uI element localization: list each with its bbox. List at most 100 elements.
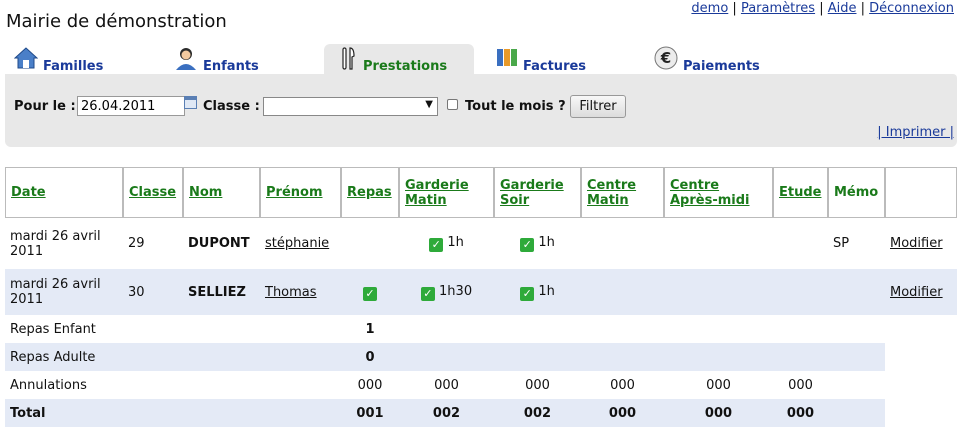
- tab-factures[interactable]: Factures: [494, 44, 614, 77]
- col-memo: Mémo: [828, 167, 885, 218]
- user-link[interactable]: demo: [691, 1, 728, 16]
- binders-icon: [497, 49, 517, 66]
- cell-garderie-soir: ✓ 1h: [494, 218, 581, 269]
- site-title: Mairie de démonstration: [6, 11, 227, 32]
- modify-link[interactable]: Modifier: [890, 236, 943, 251]
- tab-label: Prestations: [363, 59, 448, 74]
- cell-garderie-matin: ✓ 1h: [399, 218, 494, 269]
- cell-classe: 30: [123, 269, 183, 315]
- print-link[interactable]: | Imprimer |: [877, 125, 954, 140]
- tab-label: Familles: [43, 59, 104, 74]
- settings-link[interactable]: Paramètres: [741, 1, 815, 16]
- col-centre-apres-midi[interactable]: Centre Après-midi: [664, 167, 773, 218]
- cell-action: Modifier: [885, 269, 957, 315]
- summary-value: 000: [664, 399, 773, 427]
- check-icon: ✓: [520, 286, 535, 301]
- cell-date: mardi 26 avril 2011: [5, 269, 123, 315]
- col-repas[interactable]: Repas: [341, 167, 399, 218]
- summary-value: 002: [494, 399, 581, 427]
- calendar-icon[interactable]: [184, 96, 197, 109]
- summary-value: 000: [581, 399, 664, 427]
- check-icon: ✓: [420, 286, 435, 301]
- modify-link[interactable]: Modifier: [890, 285, 943, 300]
- cell-memo: [828, 269, 885, 315]
- tab-label: Factures: [523, 59, 587, 74]
- month-label: Tout le mois ?: [465, 99, 566, 114]
- prestations-table: Date Classe Nom Prénom Repas Garderie Mat…: [5, 167, 957, 427]
- child-link[interactable]: stéphanie: [265, 236, 329, 251]
- cell-garderie-matin: ✓ 1h30: [399, 269, 494, 315]
- summary-row-total: Total 001 002 002 000 000 000: [5, 399, 957, 427]
- logout-link[interactable]: Déconnexion: [869, 1, 954, 16]
- col-actions: [885, 167, 957, 218]
- cell-memo: SP: [833, 236, 850, 251]
- cell-action: Modifier: [885, 218, 957, 269]
- tab-familles[interactable]: Familles: [12, 44, 122, 77]
- check-icon: ✓: [429, 238, 444, 252]
- tab-prestations[interactable]: Prestations: [324, 44, 474, 77]
- table-row: mardi 26 avril 2011 29 DUPONT stéphanie ✓…: [5, 218, 957, 269]
- month-checkbox[interactable]: [447, 99, 458, 110]
- cell-classe: 29: [128, 236, 145, 251]
- cell-repas: ✓: [341, 269, 399, 315]
- cell-date: mardi 26 avril 2011: [10, 228, 101, 259]
- cell-centre-apres-midi: [664, 218, 773, 269]
- summary-row-repas-enfant: Repas Enfant 1: [5, 315, 957, 343]
- summary-value: 000: [773, 399, 828, 427]
- help-link[interactable]: Aide: [828, 1, 857, 16]
- table-header-row: Date Classe Nom Prénom Repas Garderie Mat…: [5, 167, 957, 218]
- summary-value: 002: [399, 399, 494, 427]
- col-date[interactable]: Date: [5, 167, 123, 218]
- child-icon: [176, 48, 196, 70]
- summary-row-repas-adulte: Repas Adulte 0: [5, 343, 957, 371]
- summary-value: 000: [610, 377, 635, 393]
- cell-prenom: Thomas: [260, 269, 341, 315]
- col-prenom[interactable]: Prénom: [260, 167, 341, 218]
- cell-garderie-soir: ✓ 1h: [494, 269, 581, 315]
- col-garderie-soir[interactable]: Garderie Soir: [494, 167, 581, 218]
- tab-enfants[interactable]: Enfants: [172, 44, 282, 77]
- euro-icon: €: [654, 46, 678, 70]
- col-garderie-matin[interactable]: Garderie Matin: [399, 167, 494, 218]
- summary-value: 0: [341, 343, 399, 371]
- col-etude[interactable]: Etude: [773, 167, 828, 218]
- top-links: demo | Paramètres | Aide | Déconnexion: [691, 1, 954, 16]
- summary-value: 000: [434, 377, 459, 393]
- summary-value: 001: [341, 399, 399, 427]
- tab-label: Enfants: [203, 59, 259, 74]
- summary-value: 000: [706, 377, 731, 393]
- summary-label: Repas Adulte: [5, 343, 123, 371]
- col-classe[interactable]: Classe: [123, 167, 183, 218]
- col-centre-matin[interactable]: Centre Matin: [581, 167, 664, 218]
- cell-prenom: stéphanie: [260, 218, 341, 269]
- cell-nom: SELLIEZ: [183, 269, 260, 315]
- cell-etude: [773, 269, 828, 315]
- class-label: Classe :: [203, 99, 260, 114]
- tab-paiements[interactable]: € Paiements: [654, 44, 774, 77]
- cell-centre-apres-midi: [664, 269, 773, 315]
- main-tabs: Familles Enfants Prestations Factures € …: [0, 44, 962, 77]
- check-icon: ✓: [363, 286, 377, 301]
- col-nom[interactable]: Nom: [183, 167, 260, 218]
- cell-centre-matin: [581, 218, 664, 269]
- date-label: Pour le :: [14, 99, 76, 114]
- chevron-down-icon: ▼: [425, 99, 433, 110]
- cell-etude: [773, 218, 828, 269]
- table-row: mardi 26 avril 2011 30 SELLIEZ Thomas ✓ ✓…: [5, 269, 957, 315]
- summary-label: Repas Enfant: [10, 321, 96, 337]
- child-link[interactable]: Thomas: [265, 285, 317, 300]
- cell-centre-matin: [581, 269, 664, 315]
- summary-value: 000: [788, 377, 813, 393]
- summary-label: Total: [5, 399, 123, 427]
- cell-nom: DUPONT: [188, 236, 250, 251]
- cell-repas: [341, 218, 399, 269]
- summary-value: 1: [365, 321, 375, 337]
- summary-label: Annulations: [10, 377, 87, 393]
- svg-text:€: €: [660, 49, 671, 67]
- cutlery-icon: [342, 47, 355, 70]
- filter-button[interactable]: Filtrer: [570, 95, 626, 118]
- class-select[interactable]: ▼: [263, 97, 438, 116]
- house-icon: [14, 47, 38, 69]
- date-input[interactable]: [77, 96, 185, 116]
- summary-value: 000: [357, 377, 383, 393]
